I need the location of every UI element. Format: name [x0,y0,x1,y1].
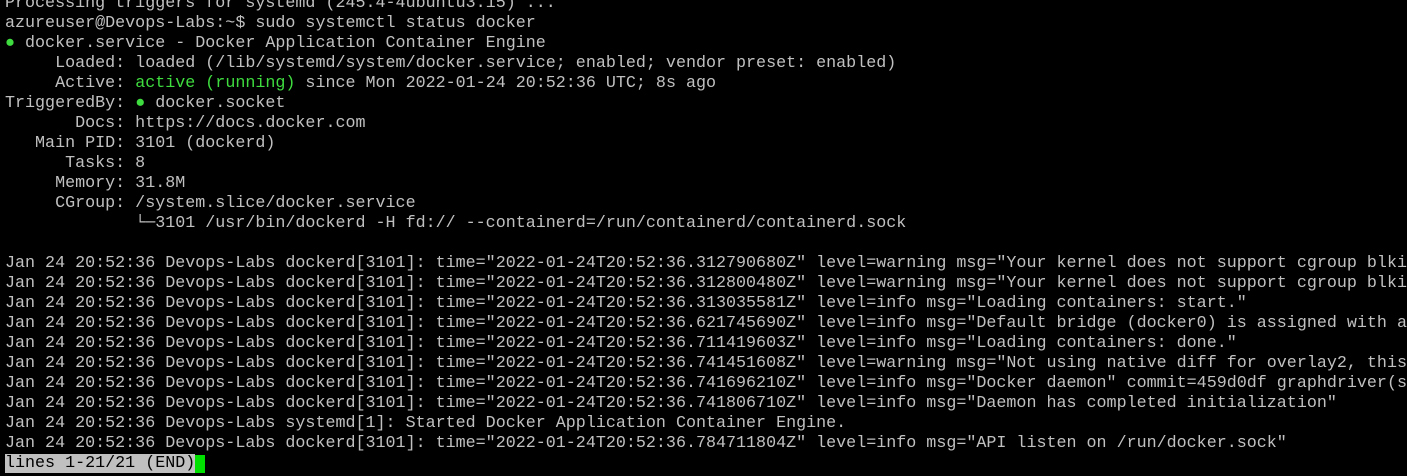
pager-status: lines 1-21/21 (END) [5,454,196,473]
log-line: Jan 24 20:52:36 Devops-Labs dockerd[3101… [5,434,1287,453]
service-header-line: ● docker.service - Docker Application Co… [5,34,1407,54]
cgroup-child-line: └─3101 /usr/bin/dockerd -H fd:// --conta… [5,214,907,233]
loaded-line: Loaded: loaded (/lib/systemd/system/dock… [5,54,897,73]
service-status-bullet-icon: ● [5,34,16,53]
socket-status-bullet-icon: ● [135,94,146,113]
triggered-value: docker.socket [145,94,286,113]
log-line: Jan 24 20:52:36 Devops-Labs dockerd[3101… [5,374,1407,393]
docs-line: Docs: https://docs.docker.com [5,114,366,133]
command-prompt-line: azureuser@Devops-Labs:~$ sudo systemctl … [5,14,536,33]
active-state: active (running) [135,74,296,93]
terminal-cursor [195,455,206,473]
active-label: Active: [5,74,136,93]
memory-line: Memory: 31.8M [5,174,186,193]
log-line: Jan 24 20:52:36 Devops-Labs dockerd[3101… [5,254,1407,273]
log-line: Jan 24 20:52:36 Devops-Labs dockerd[3101… [5,354,1407,373]
log-line: Jan 24 20:52:36 Devops-Labs dockerd[3101… [5,294,1247,313]
log-line: Jan 24 20:52:36 Devops-Labs dockerd[3101… [5,334,1237,353]
terminal-window[interactable]: Processing triggers for systemd (245.4-4… [0,0,1407,476]
log-line: Jan 24 20:52:36 Devops-Labs dockerd[3101… [5,394,1337,413]
cgroup-line: CGroup: /system.slice/docker.service [5,194,416,213]
main-pid-line: Main PID: 3101 (dockerd) [5,134,276,153]
active-line: Active: active (running) since Mon 2022-… [5,74,1407,94]
active-since: since Mon 2022-01-24 20:52:36 UTC; 8s ag… [295,74,717,93]
service-title: docker.service - Docker Application Cont… [15,34,546,53]
tasks-line: Tasks: 8 [5,154,146,173]
log-line: Jan 24 20:52:36 Devops-Labs systemd[1]: … [5,414,847,433]
truncated-top-line: Processing triggers for systemd (245.4-4… [5,0,556,13]
triggered-label: TriggeredBy: [5,94,136,113]
terminal-output: Processing triggers for systemd (245.4-4… [5,0,1407,474]
pager-status-line[interactable]: lines 1-21/21 (END) [5,454,1407,474]
log-line: Jan 24 20:52:36 Devops-Labs dockerd[3101… [5,274,1407,293]
log-line: Jan 24 20:52:36 Devops-Labs dockerd[3101… [5,314,1407,333]
triggered-by-line: TriggeredBy: ● docker.socket [5,94,1407,114]
